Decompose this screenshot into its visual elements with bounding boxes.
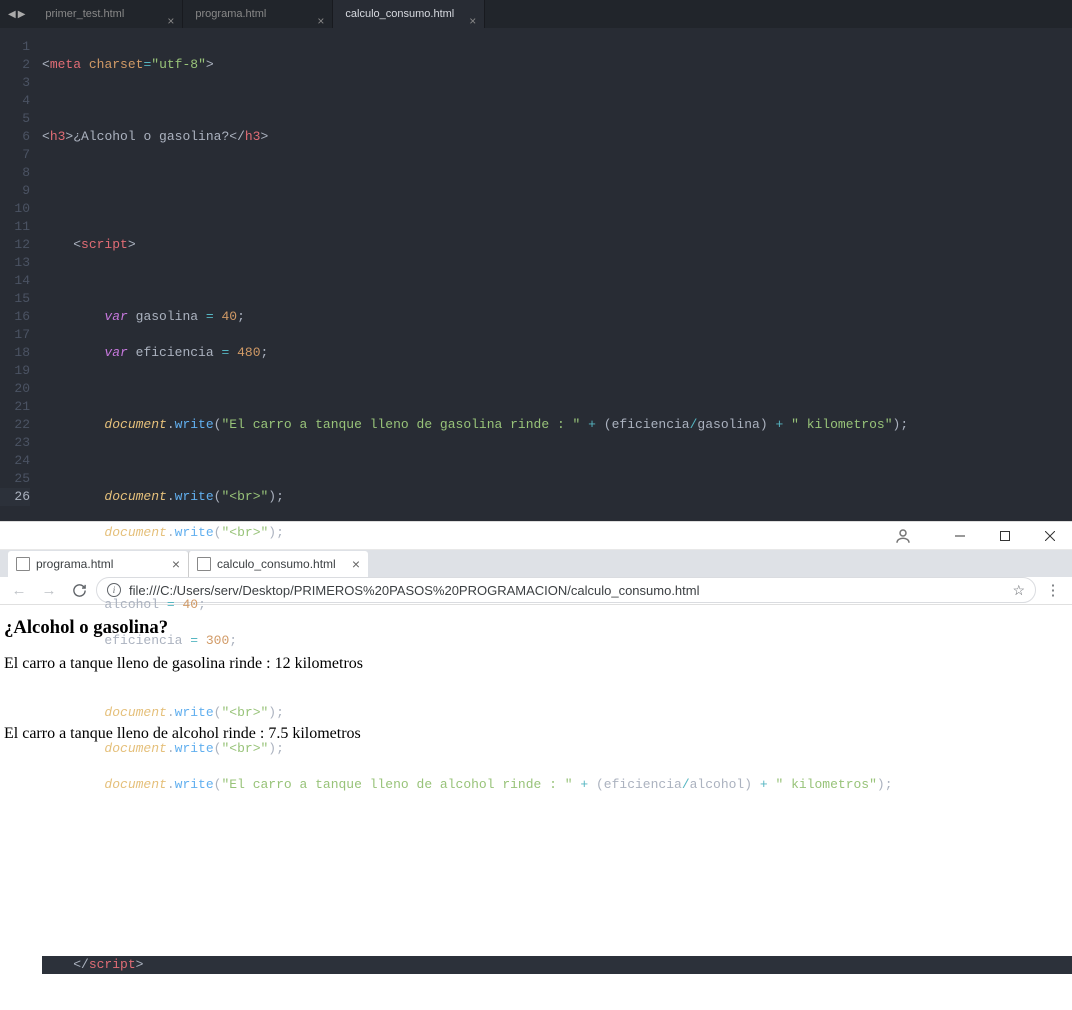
token: h3 [50,129,66,144]
token: write [175,777,214,792]
close-icon[interactable]: × [469,7,476,35]
token: document [104,705,166,720]
editor-tab-programa[interactable]: programa.html × [183,0,333,28]
tab-label: primer_test.html [45,8,124,20]
token: write [175,525,214,540]
editor-tab-bar: ◀ ▶ primer_test.html × programa.html × c… [0,0,1072,28]
token: eficiencia [104,633,182,648]
tab-label: calculo_consumo.html [345,8,454,20]
tab-label: programa.html [195,8,266,20]
close-icon[interactable]: × [317,7,324,35]
token: alcohol [690,777,745,792]
token: script [81,237,128,252]
token: document [104,525,166,540]
token: 40 [222,309,238,324]
token: 40 [182,597,198,612]
token: document [104,417,166,432]
token: charset [89,57,144,72]
token: " kilometros" [775,777,876,792]
token: meta [50,57,81,72]
token: "<br>" [221,489,268,504]
token: "El carro a tanque lleno de alcohol rind… [221,777,572,792]
code-body[interactable]: <meta charset="utf-8"> <h3>¿Alcohol o ga… [42,38,1072,1010]
token: "<br>" [221,705,268,720]
token: eficiencia [136,345,214,360]
document-icon [197,557,211,571]
close-icon[interactable]: × [167,7,174,35]
token: " kilometros" [791,417,892,432]
token: "utf-8" [151,57,206,72]
token: 480 [237,345,260,360]
browser-tab-label: programa.html [36,557,113,571]
token: "<br>" [221,741,268,756]
token: 300 [206,633,229,648]
back-icon[interactable]: ◀ [8,9,16,20]
editor-tab-calculo-consumo[interactable]: calculo_consumo.html × [333,0,485,28]
nav-arrows: ◀ ▶ [0,9,33,20]
token: eficiencia [612,417,690,432]
token: "El carro a tanque lleno de gasolina rin… [221,417,580,432]
code-area[interactable]: 1234567891011121314151617181920212223242… [0,28,1072,1010]
browser-tab-programa[interactable]: programa.html × [8,551,188,577]
token: eficiencia [604,777,682,792]
code-editor: ◀ ▶ primer_test.html × programa.html × c… [0,0,1072,521]
token: ¿Alcohol o gasolina? [73,129,229,144]
document-icon [16,557,30,571]
browser-tab-calculo[interactable]: calculo_consumo.html × [188,551,368,577]
token: "<br>" [221,525,268,540]
token: gasolina [136,309,198,324]
token: document [104,777,166,792]
token: write [175,417,214,432]
browser-tab-label: calculo_consumo.html [217,557,336,571]
token: var [104,309,127,324]
token: write [175,741,214,756]
token: document [104,741,166,756]
token: document [104,489,166,504]
editor-tab-primer-test[interactable]: primer_test.html × [33,0,183,28]
token: write [175,489,214,504]
back-button[interactable]: ← [6,577,32,603]
forward-icon[interactable]: ▶ [18,9,26,20]
token: var [104,345,127,360]
token: write [175,705,214,720]
token: h3 [245,129,261,144]
close-icon[interactable]: × [172,556,180,572]
token: gasolina [697,417,759,432]
close-icon[interactable]: × [352,556,360,572]
token: script [89,957,136,972]
token: alcohol [104,597,159,612]
